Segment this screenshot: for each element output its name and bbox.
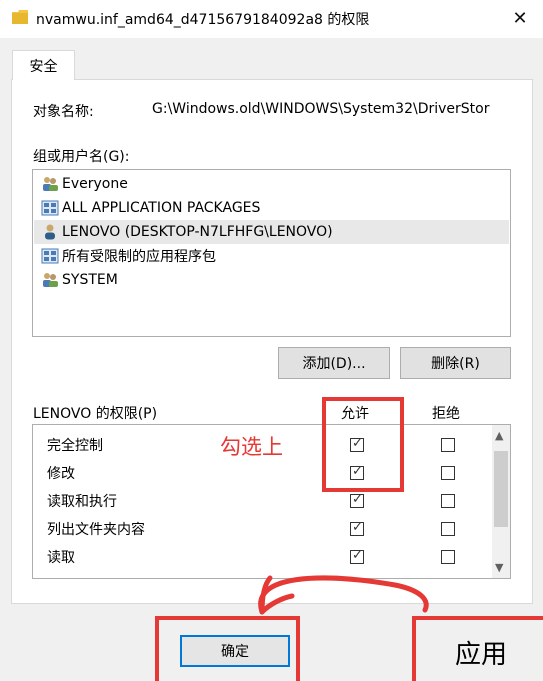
table-row: 修改 — [47, 459, 487, 487]
table-row: 读取 — [47, 543, 487, 571]
permissions-label: LENOVO 的权限(P) — [33, 406, 158, 422]
deny-checkbox-read-execute[interactable] — [441, 494, 455, 508]
tab-security[interactable]: 安全 — [12, 50, 75, 80]
list-item-label: Everyone — [62, 176, 128, 192]
check-icon: ✓ — [352, 548, 363, 563]
title-bar: nvamwu.inf_amd64_d4715679184092a8 的权限 ✕ — [0, 0, 543, 38]
allow-checkbox-read[interactable]: ✓ — [350, 548, 364, 564]
group-user-list[interactable]: Everyone ALL APPLICATION PACKAGES LENOVO… — [32, 169, 511, 337]
permission-name: 读取 — [47, 550, 75, 566]
app-packages-icon — [40, 199, 60, 217]
list-item-selected[interactable]: LENOVO (DESKTOP-N7LFHFG\LENOVO) — [34, 220, 509, 244]
permission-name: 读取和执行 — [47, 494, 117, 510]
deny-checkbox-list-folder[interactable] — [441, 522, 455, 536]
list-item[interactable]: 所有受限制的应用程序包 — [34, 244, 509, 268]
deny-checkbox-full-control[interactable] — [441, 438, 455, 452]
user-icon — [40, 223, 60, 241]
list-item-label: LENOVO (DESKTOP-N7LFHFG\LENOVO) — [62, 224, 333, 240]
annotation-box-ok — [155, 616, 300, 681]
scroll-thumb[interactable] — [494, 451, 508, 527]
table-row: 读取和执行 — [47, 487, 487, 515]
check-icon: ✓ — [352, 520, 363, 535]
check-icon: ✓ — [352, 492, 363, 507]
window-title: nvamwu.inf_amd64_d4715679184092a8 的权限 — [36, 12, 370, 28]
close-button[interactable]: ✕ — [497, 0, 543, 36]
group-users-icon — [40, 271, 60, 289]
annotation-box-allow — [322, 397, 404, 492]
app-packages-icon — [40, 247, 60, 265]
deny-checkbox-read[interactable] — [441, 550, 455, 564]
annotation-box-apply — [412, 616, 543, 681]
groups-label: 组或用户名(G): — [33, 149, 130, 165]
allow-checkbox-read-execute[interactable]: ✓ — [350, 492, 364, 508]
add-button[interactable]: 添加(D)... — [278, 347, 390, 379]
folder-icon — [12, 10, 28, 24]
object-name-value: G:\Windows.old\WINDOWS\System32\DriverSt… — [152, 101, 490, 117]
tab-security-label: 安全 — [29, 58, 58, 75]
permission-name: 完全控制 — [47, 438, 103, 454]
list-item[interactable]: Everyone — [34, 172, 509, 196]
close-icon: ✕ — [512, 7, 528, 29]
object-name-label: 对象名称: — [33, 104, 94, 120]
list-item[interactable]: ALL APPLICATION PACKAGES — [34, 196, 509, 220]
list-item-label: 所有受限制的应用程序包 — [62, 249, 216, 265]
remove-button[interactable]: 删除(R) — [400, 347, 511, 379]
permissions-scrollbar[interactable]: ▲ ▼ — [492, 425, 510, 578]
list-item[interactable]: SYSTEM — [34, 268, 509, 292]
annotation-text: 勾选上 — [220, 435, 283, 459]
chevron-down-icon[interactable]: ▼ — [495, 561, 503, 574]
table-row: 列出文件夹内容 — [47, 515, 487, 543]
list-item-label: SYSTEM — [62, 272, 118, 288]
chevron-up-icon[interactable]: ▲ — [495, 429, 503, 442]
allow-checkbox-list-folder[interactable]: ✓ — [350, 520, 364, 536]
permission-name: 修改 — [47, 466, 75, 482]
deny-checkbox-modify[interactable] — [441, 466, 455, 480]
group-users-icon — [40, 175, 60, 193]
list-item-label: ALL APPLICATION PACKAGES — [62, 200, 261, 216]
deny-column-header: 拒绝 — [432, 406, 460, 422]
permission-name: 列出文件夹内容 — [47, 522, 145, 538]
